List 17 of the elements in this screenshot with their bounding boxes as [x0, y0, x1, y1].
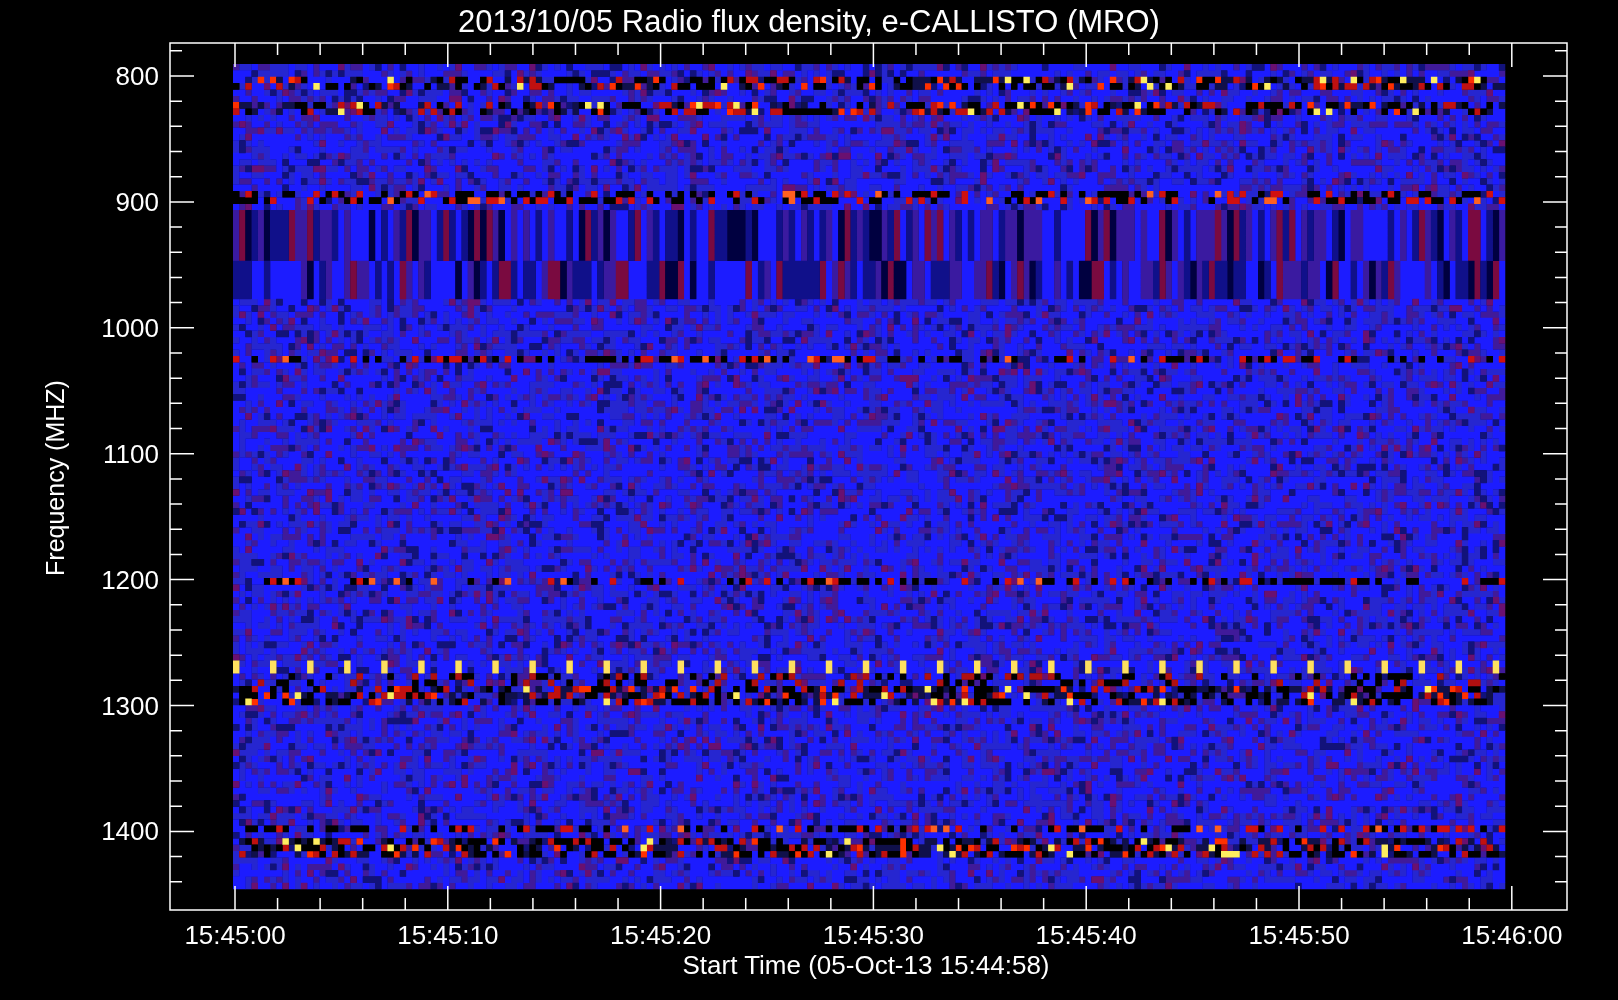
- x-axis-label: Start Time (05-Oct-13 15:44:58): [682, 950, 1050, 980]
- tick-label: 15:45:10: [397, 920, 499, 950]
- tick-label: 1200: [101, 564, 159, 595]
- tick-label: 800: [115, 61, 159, 91]
- y-axis-label: Frequency (MHZ): [41, 380, 69, 576]
- tick-label: 15:45:30: [822, 920, 924, 950]
- tick-label: 15:46:00: [1461, 920, 1563, 950]
- chart-title: 2013/10/05 Radio flux density, e-CALLISTO (MRO): [458, 4, 1160, 39]
- tick-label: 15:45:50: [1248, 920, 1350, 950]
- tick-label: 1000: [101, 312, 159, 343]
- tick-label: 15:45:40: [1035, 920, 1137, 950]
- tick-label: 1300: [101, 690, 159, 721]
- tick-label: 900: [115, 186, 159, 217]
- tick-label: 15:45:00: [184, 920, 286, 950]
- tick-label: 1400: [101, 816, 159, 847]
- tick-label: 1100: [103, 438, 159, 469]
- tick-label: 15:45:20: [610, 920, 712, 950]
